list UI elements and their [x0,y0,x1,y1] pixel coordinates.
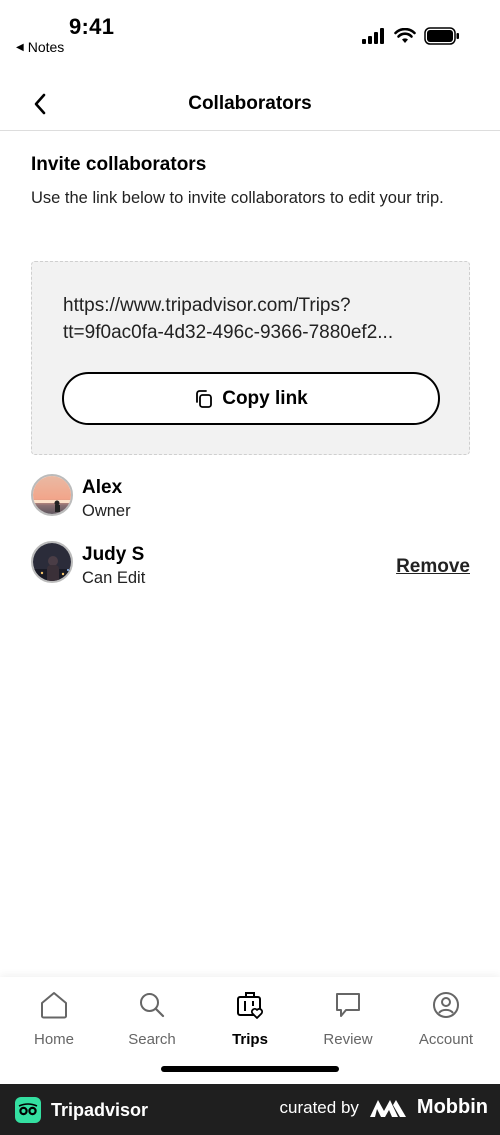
tab-search[interactable]: Search [107,989,197,1048]
back-triangle-icon: ◀ [16,41,24,53]
collaborator-role: Can Edit [82,569,146,587]
footer-bar: Tripadvisor curated by Mobbin [0,1084,500,1135]
invite-link-box: https://www.tripadvisor.com/Trips? tt=9f… [31,261,470,455]
collaborator-row: Judy S Can Edit Remove [31,541,470,591]
tab-bar: Home Search Trips Review Account [0,977,500,1084]
collaborator-role: Owner [82,502,131,520]
collaborator-name: Judy S [82,544,145,565]
tab-review[interactable]: Review [303,989,393,1048]
footer-brand: Tripadvisor [15,1097,148,1123]
tab-account-label: Account [418,1031,474,1048]
collaborator-name: Alex [82,477,123,498]
tab-trips-label: Trips [232,1031,268,1048]
status-time: 9:41 [69,14,115,39]
copy-link-label: Copy link [222,387,308,409]
avatar [31,474,73,516]
tab-trips[interactable]: Trips [205,989,295,1048]
footer-curated: curated by Mobbin [280,1096,488,1119]
mobbin-name: Mobbin [416,1096,488,1118]
tab-search-label: Search [128,1031,176,1048]
curated-by-text: curated by [279,1097,359,1117]
suitcase-heart-icon [237,992,263,1019]
user-circle-icon [433,992,459,1018]
collaborator-row: Alex Owner [31,474,470,524]
signal-icon [362,28,384,44]
invite-url[interactable]: https://www.tripadvisor.com/Trips? tt=9f… [63,292,443,346]
tab-account[interactable]: Account [401,989,491,1048]
back-to-notes-label: Notes [27,39,65,55]
nav-header: Collaborators [0,78,500,131]
wifi-icon [394,28,416,43]
avatar [31,541,73,583]
search-icon [140,993,165,1018]
home-icon [41,992,67,1019]
copy-icon [196,389,213,408]
footer-brand-name: Tripadvisor [51,1099,149,1120]
remove-collaborator-button[interactable]: Remove [396,556,470,578]
back-to-notes[interactable]: ◀ Notes [16,39,64,55]
invite-url-line2: tt=9f0ac0fa-4d32-496c-9366-7880ef2... [63,322,394,343]
page-title: Collaborators [188,93,312,114]
battery-icon [424,27,459,45]
home-indicator [161,1066,339,1072]
tripadvisor-logo-icon [15,1097,41,1123]
mobbin-logo-icon [369,1099,406,1117]
copy-link-button[interactable]: Copy link [62,372,440,425]
invite-title: Invite collaborators [31,154,207,175]
invite-url-line1: https://www.tripadvisor.com/Trips? [63,295,351,316]
tab-home[interactable]: Home [9,989,99,1048]
invite-description: Use the link below to invite collaborato… [31,189,444,207]
tab-home-label: Home [33,1031,74,1048]
speech-bubble-icon [336,993,360,1017]
status-icons [362,27,460,45]
status-bar: 9:41 ◀ Notes [0,0,500,70]
tab-review-label: Review [323,1031,373,1048]
